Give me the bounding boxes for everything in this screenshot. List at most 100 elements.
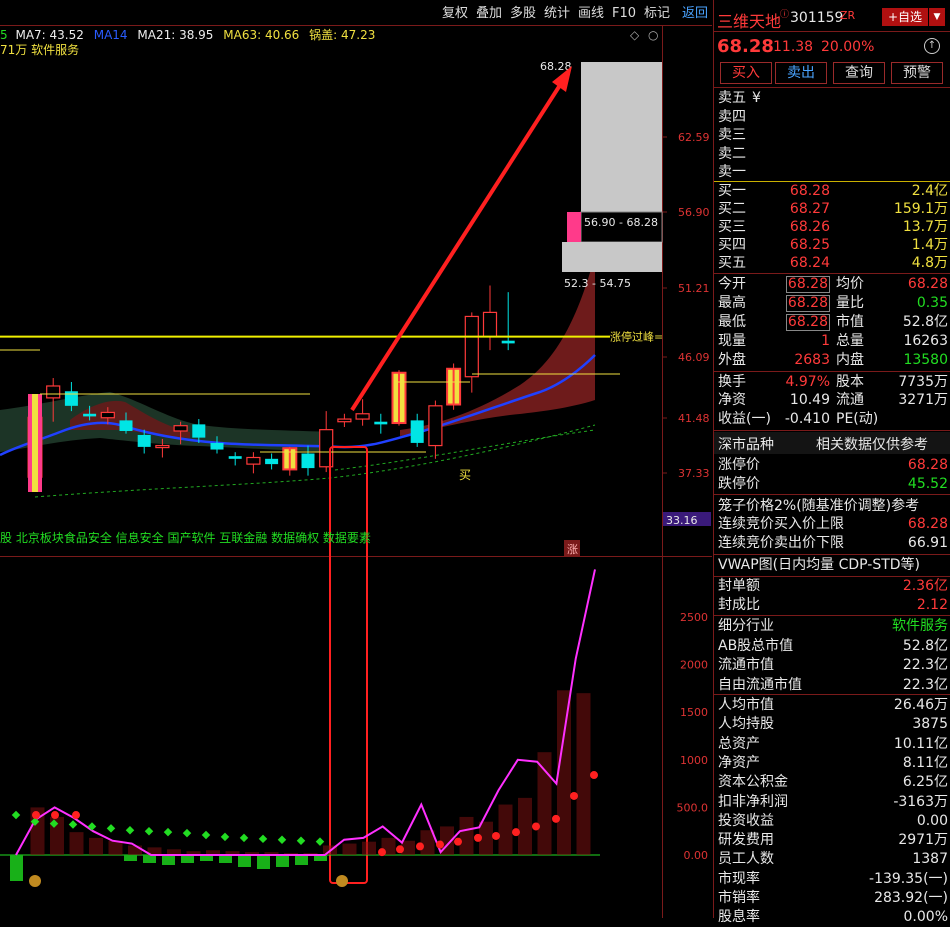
limit-up-row: 涨停价 68.28 xyxy=(718,457,948,473)
zhang-label: 涨 xyxy=(567,543,578,556)
quote-panel: 三维天地 ⓘ 301159 ZR +自选 ▼ ↑ 68.28 11.38 20.… xyxy=(713,0,950,925)
sell-level-3: 卖三 xyxy=(718,127,746,143)
stat-value: 0.35 xyxy=(916,295,948,311)
diamond-icon[interactable]: ◇ xyxy=(630,28,639,42)
buy-volume: 1.4万 xyxy=(911,237,948,253)
indicator-dot-red xyxy=(72,811,80,820)
f10-button[interactable]: F10 xyxy=(610,4,638,24)
mark-button[interactable]: 标记 xyxy=(642,4,672,24)
statistics-button[interactable]: 统计 xyxy=(542,4,572,24)
stat-value: 68.28 xyxy=(785,295,830,312)
candle-down xyxy=(83,413,97,417)
candle-up xyxy=(482,311,498,338)
candle-down xyxy=(210,442,224,450)
indicator-bar xyxy=(128,845,142,855)
indicator-bar xyxy=(342,843,357,855)
candle-first-stripe xyxy=(32,394,38,492)
dropdown-icon[interactable]: ▼ xyxy=(929,8,945,26)
indicator-neg-bar xyxy=(219,855,232,863)
sell-level-1: 卖一 xyxy=(718,164,746,180)
indicator-tick: 2500 xyxy=(680,611,708,624)
arrow-up-icon[interactable]: ↑ xyxy=(924,38,940,54)
query-button[interactable]: 查询 xyxy=(833,62,885,84)
buy-volume: 13.7万 xyxy=(902,219,948,235)
buy-volume: 2.4亿 xyxy=(911,183,948,199)
indicator-neg-bar xyxy=(10,855,23,881)
buy-volume: 4.8万 xyxy=(911,255,948,271)
buy-marker: 买 xyxy=(459,468,471,482)
sell-level-2: 卖二 xyxy=(718,146,746,162)
indicator-dot-red xyxy=(32,811,40,820)
stock-name: 三维天地 xyxy=(717,12,782,31)
cage-note: 笼子价格2%(随基准价调整)参考 xyxy=(718,498,920,514)
price-tick: 46.09 xyxy=(678,351,710,364)
buy-price: 68.24 xyxy=(789,255,830,271)
legend-sub: 71万 软件服务 xyxy=(0,43,80,57)
candle-down xyxy=(228,456,242,459)
stat-value: 3271万 xyxy=(898,392,948,408)
stat-row: 换手 4.97% 股本 7735万 xyxy=(718,374,948,390)
candle-up xyxy=(100,411,115,419)
candle-up xyxy=(355,413,370,420)
fin-row: AB股总市值 52.8亿 xyxy=(718,637,948,654)
concept-tags: 股 北京板块食品安全 信息安全 国产软件 互联金融 数据确权 数据要素 xyxy=(0,531,371,545)
stat-value: 2683 xyxy=(794,352,830,368)
indicator-dot-red xyxy=(552,814,560,823)
indicator-dot-red xyxy=(51,811,59,820)
indicator-neg-bar xyxy=(181,855,194,863)
cage-row: 连续竞价买入价上限 68.28 xyxy=(718,516,948,532)
draw-line-button[interactable]: 画线 xyxy=(576,4,606,24)
fin-row: 净资产 8.11亿 xyxy=(718,754,948,771)
info-icon[interactable]: ⓘ xyxy=(780,7,789,20)
indicator-dot-red xyxy=(512,828,520,837)
price-change: 11.38 xyxy=(773,39,814,55)
stat-value: 68.28 xyxy=(785,314,830,331)
buy-level-1: 买一 68.28 2.4亿 xyxy=(718,183,948,199)
circle-icon[interactable]: ○ xyxy=(648,28,658,42)
indicator-dot-red xyxy=(570,791,578,800)
overlay-button[interactable]: 叠加 xyxy=(474,4,504,24)
vwap-row[interactable]: VWAP图(日内均量 CDP-STD等) xyxy=(718,556,948,575)
fin-row: 自由流通市值 22.3亿 xyxy=(718,676,948,693)
indicator-tick: 1000 xyxy=(680,754,708,767)
limit-down-row: 跌停价 45.52 xyxy=(718,476,948,492)
fin-row: 研发费用 2971万 xyxy=(718,832,948,849)
stat-row: 外盘 2683 内盘 13580 xyxy=(718,352,948,368)
buy-button[interactable]: 买入 xyxy=(720,62,772,84)
money-bag-icon xyxy=(29,875,41,887)
buy-volume: 159.1万 xyxy=(893,201,948,217)
indicator-bar xyxy=(459,816,474,855)
candle-down xyxy=(374,421,388,425)
limit-line-label: 涨停过峰= xyxy=(610,330,663,344)
stat-row: 收益(一) -0.410 PE(动) xyxy=(718,411,879,427)
price-tick: 41.48 xyxy=(678,412,710,425)
cage-row: 连续竞价卖出价下限 66.91 xyxy=(718,535,948,551)
fin-row: 资本公积金 6.25亿 xyxy=(718,774,948,791)
kline-chart[interactable]: 涨停过峰=68.2856.90 - 68.2852.3 - 54.75买涨 25… xyxy=(0,0,712,918)
axis-price-tag-label: 33.16 xyxy=(666,514,698,527)
indicator-dot-red xyxy=(378,848,386,857)
fin-row: 投资收益 0.00 xyxy=(718,812,948,829)
indicator-bar xyxy=(518,797,532,855)
price-tick: 56.90 xyxy=(678,206,710,219)
indicator-neg-bar xyxy=(162,855,175,865)
candle-down xyxy=(501,340,515,344)
target-box-top xyxy=(581,62,662,212)
fin-row: 细分行业 软件服务 xyxy=(718,618,948,634)
multi-stock-button[interactable]: 多股 xyxy=(508,4,538,24)
sell-button[interactable]: 卖出 xyxy=(775,62,827,84)
market-note: 相关数据仅供参考 xyxy=(816,437,928,453)
indicator-neg-bar xyxy=(143,855,156,863)
candle-down xyxy=(410,420,424,443)
back-button[interactable]: 返回 xyxy=(680,4,710,24)
buy-price: 68.28 xyxy=(789,183,830,199)
stat-value: 68.28 xyxy=(907,276,948,292)
market-header: 深市品种 相关数据仅供参考 xyxy=(714,432,950,454)
market-label: 深市品种 xyxy=(718,437,774,453)
seal-row: 封成比 2.12 xyxy=(718,597,948,613)
fuquan-button[interactable]: 复权 xyxy=(440,4,470,24)
indicator-dot-red xyxy=(396,845,404,854)
fin-row: 员工人数 1387 xyxy=(718,851,948,868)
add-watchlist-button[interactable]: +自选 xyxy=(882,8,928,26)
alert-button[interactable]: 预警 xyxy=(891,62,943,84)
